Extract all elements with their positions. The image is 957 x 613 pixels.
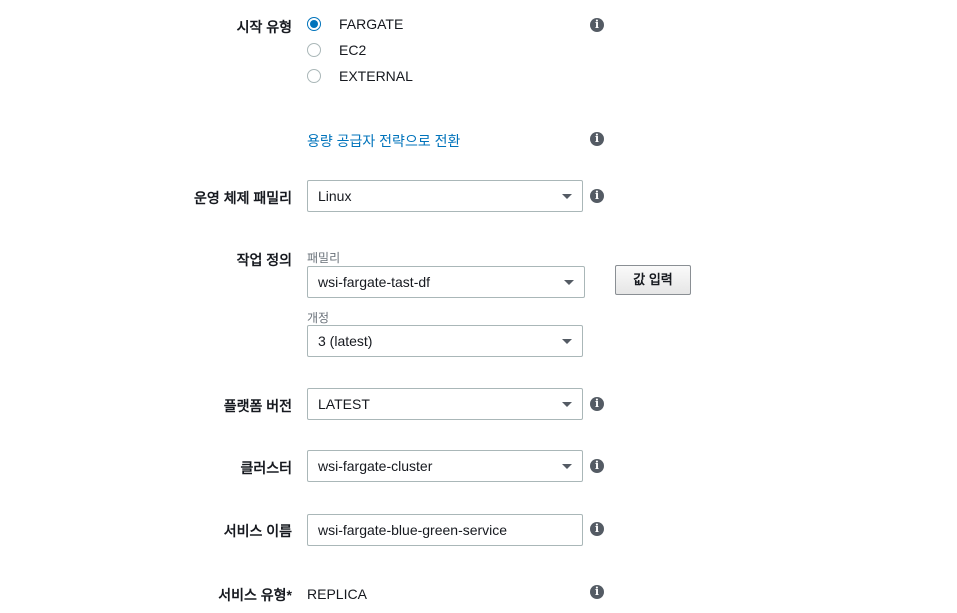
info-icon[interactable]: i <box>590 132 604 146</box>
chevron-down-icon <box>562 194 572 199</box>
radio-external[interactable]: EXTERNAL <box>307 66 413 86</box>
cluster-value: wsi-fargate-cluster <box>318 458 433 474</box>
service-type-value: REPLICA <box>307 586 367 602</box>
revision-select[interactable]: 3 (latest) <box>307 325 583 357</box>
radio-ec2[interactable]: EC2 <box>307 40 366 60</box>
info-icon[interactable]: i <box>590 397 604 411</box>
os-family-select[interactable]: Linux <box>307 180 583 212</box>
os-family-value: Linux <box>318 188 352 204</box>
revision-value: 3 (latest) <box>318 333 373 349</box>
radio-button[interactable] <box>307 43 321 57</box>
task-family-value: wsi-fargate-tast-df <box>318 274 431 290</box>
chevron-down-icon <box>562 464 572 469</box>
revision-label: 개정 <box>307 311 330 325</box>
radio-label-external: EXTERNAL <box>339 68 413 84</box>
info-icon[interactable]: i <box>590 189 604 203</box>
info-icon[interactable]: i <box>590 522 604 536</box>
chevron-down-icon <box>564 280 574 285</box>
cluster-select[interactable]: wsi-fargate-cluster <box>307 450 583 482</box>
switch-capacity-provider-link[interactable]: 용량 공급자 전략으로 전환 <box>307 131 460 151</box>
enter-value-button[interactable]: 값 입력 <box>615 265 691 295</box>
radio-button[interactable] <box>307 69 321 83</box>
service-type-label: 서비스 유형* <box>218 587 292 603</box>
chevron-down-icon <box>562 402 572 407</box>
chevron-down-icon <box>562 339 572 344</box>
task-family-select[interactable]: wsi-fargate-tast-df <box>307 266 585 298</box>
platform-version-value: LATEST <box>318 396 370 412</box>
radio-button-selected[interactable] <box>307 17 321 31</box>
platform-version-label: 플랫폼 버전 <box>223 398 292 414</box>
radio-fargate[interactable]: FARGATE <box>307 14 403 34</box>
radio-label-fargate: FARGATE <box>339 16 404 32</box>
info-icon[interactable]: i <box>590 18 604 32</box>
launch-type-label: 시작 유형 <box>236 19 292 35</box>
radio-label-ec2: EC2 <box>339 42 367 58</box>
info-icon[interactable]: i <box>590 585 604 599</box>
service-name-input[interactable]: wsi-fargate-blue-green-service <box>307 514 583 546</box>
family-label: 패밀리 <box>307 251 341 265</box>
service-name-label: 서비스 이름 <box>223 523 292 539</box>
cluster-label: 클러스터 <box>240 460 292 476</box>
service-name-value: wsi-fargate-blue-green-service <box>318 522 508 538</box>
platform-version-select[interactable]: LATEST <box>307 388 583 420</box>
os-family-label: 운영 체제 패밀리 <box>194 190 292 206</box>
info-icon[interactable]: i <box>590 459 604 473</box>
task-definition-label: 작업 정의 <box>236 252 292 268</box>
